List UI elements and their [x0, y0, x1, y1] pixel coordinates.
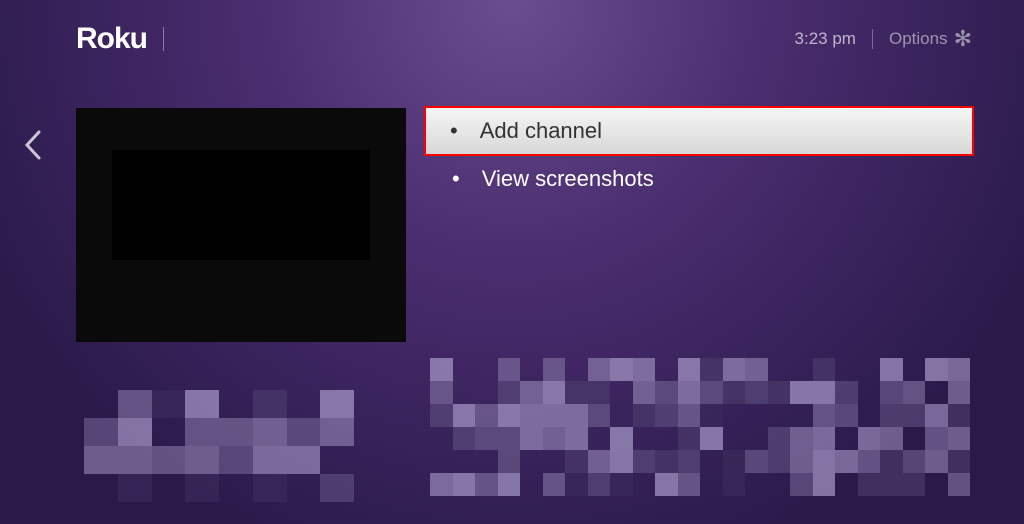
menu-item-label: View screenshots: [482, 166, 654, 192]
divider: [163, 27, 164, 51]
options-button[interactable]: Options ✻: [889, 28, 972, 50]
clock-time: 3:23 pm: [795, 29, 856, 49]
back-button[interactable]: [24, 126, 42, 168]
header-left: Roku: [76, 22, 164, 56]
header: Roku 3:23 pm Options ✻: [0, 0, 1024, 60]
chevron-left-icon: [24, 129, 42, 161]
action-menu: • Add channel • View screenshots: [426, 108, 1024, 342]
bullet-icon: •: [450, 120, 458, 142]
header-right: 3:23 pm Options ✻: [795, 28, 972, 50]
menu-item-label: Add channel: [480, 118, 602, 144]
options-label: Options: [889, 29, 948, 49]
pixelated-region: [430, 358, 970, 498]
roku-logo: Roku: [76, 22, 147, 56]
add-channel-button[interactable]: • Add channel: [424, 106, 974, 156]
bullet-icon: •: [452, 168, 460, 190]
channel-preview: [76, 108, 406, 342]
view-screenshots-button[interactable]: • View screenshots: [426, 154, 972, 204]
asterisk-icon: ✻: [954, 28, 972, 50]
pixelated-region: [84, 390, 354, 500]
content-area: • Add channel • View screenshots: [0, 60, 1024, 342]
divider: [872, 29, 873, 49]
preview-inner-block: [112, 150, 370, 260]
